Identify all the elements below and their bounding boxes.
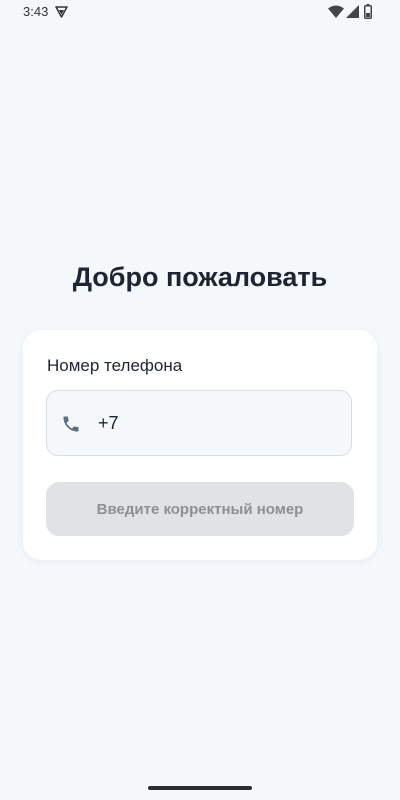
phone-field-label: Номер телефона	[47, 356, 183, 375]
navigation-handle[interactable]	[148, 786, 252, 790]
phone-icon	[61, 414, 81, 434]
submit-button[interactable]: Введите корректный номер	[46, 482, 354, 536]
cell-signal-icon	[346, 5, 359, 23]
wifi-icon	[328, 5, 344, 23]
battery-icon	[364, 4, 372, 24]
page-title: Добро пожаловать	[72, 262, 328, 292]
phone-input-value: +7	[98, 413, 119, 433]
status-bar: 3:43	[0, 0, 400, 24]
vpn-icon	[55, 5, 68, 23]
login-card: Номер телефона +7 Введите корректный ном…	[23, 330, 377, 560]
status-time: 3:43	[23, 4, 49, 19]
phone-input[interactable]: +7	[46, 390, 352, 456]
